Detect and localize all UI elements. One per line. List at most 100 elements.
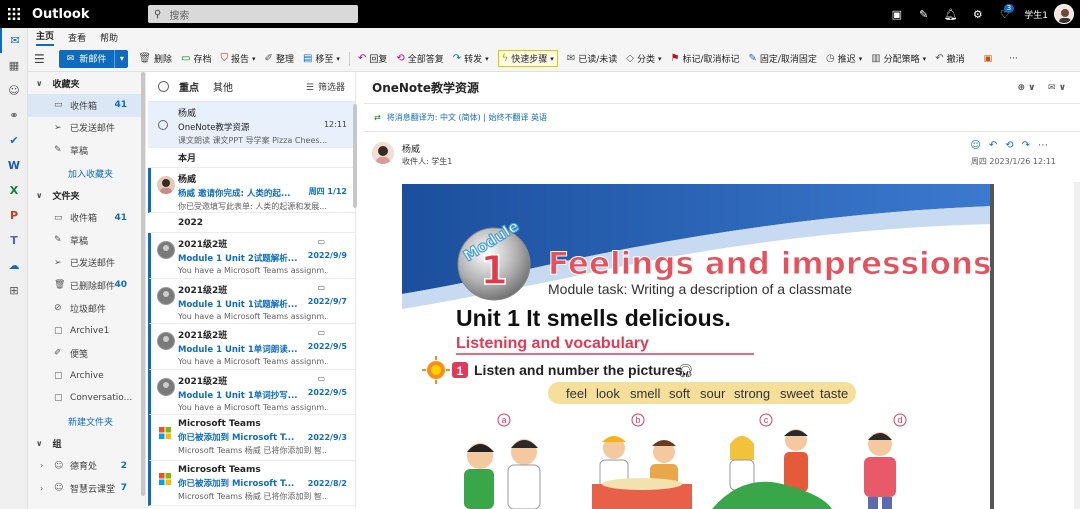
quick-steps-button[interactable]: ϟ 快速步骤 ▾ xyxy=(497,50,558,67)
translate-link[interactable]: 将消息翻译为: 中文 (简体) | 始终不翻译 英语 xyxy=(387,112,547,123)
group-zhihuiyun[interactable]: › ☺ 智慧云课堂 7 xyxy=(28,477,145,500)
tab-home[interactable]: 主页 xyxy=(36,29,55,46)
more-apps-icon[interactable]: ⊞ xyxy=(0,278,28,303)
favorites-header[interactable]: ∨ 收藏夹 xyxy=(28,72,145,94)
folder-inbox[interactable]: ▭ 收件箱 41 xyxy=(28,206,145,229)
message-item[interactable]: ▭ 2021级2班 Module 1 Unit 2试题解析... 2022/9/… xyxy=(148,233,355,279)
teams-icon[interactable]: ▣ xyxy=(883,0,910,28)
snooze-button[interactable]: ◷ 推迟 ▾ xyxy=(826,52,862,65)
message-item[interactable]: 杨威 杨威 邀请你完成: 人类的起... 周四 1/12 你已受邀填写此表单: … xyxy=(148,167,355,213)
undo-button[interactable]: ↶ 撤消 xyxy=(935,52,964,65)
tab-help[interactable]: 帮助 xyxy=(100,31,118,46)
teams-app-icon[interactable]: T xyxy=(0,228,28,253)
message-item[interactable]: ▭ 2021级2班 Module 1 Unit 1单词朗读... 2022/9/… xyxy=(148,324,355,370)
categorize-button[interactable]: ◇ 分类 ▾ xyxy=(626,52,661,65)
powerpoint-icon[interactable]: P xyxy=(0,203,28,228)
gear-icon[interactable]: ⚙ xyxy=(964,0,991,28)
lightning-icon: ϟ xyxy=(501,53,509,64)
mail-icon[interactable]: ✉ xyxy=(0,28,28,53)
select-all-checkbox[interactable] xyxy=(158,81,169,92)
reply-all-icon[interactable]: ⟲ xyxy=(1005,140,1021,151)
message-preview: You have a Microsoft Teams assignm... xyxy=(178,311,328,321)
folder-label: 便笺 xyxy=(70,349,89,360)
layout-icon[interactable]: ▣ xyxy=(984,54,993,64)
note-icon: ✐ xyxy=(54,348,62,359)
archive-button[interactable]: ▭ 存档 xyxy=(181,52,211,65)
folder-drafts[interactable]: ✎ 草稿 xyxy=(28,229,145,252)
reply-all-button[interactable]: ⟲ 全部答复 xyxy=(396,52,443,65)
folder-scrollbar[interactable] xyxy=(141,72,145,496)
translate-bar: ⇄ 将消息翻译为: 中文 (简体) | 始终不翻译 英语 xyxy=(364,104,1080,132)
word-icon[interactable]: W xyxy=(0,153,28,178)
undo-icon: ↶ xyxy=(935,53,944,64)
hamburger-icon[interactable]: ☰ xyxy=(34,52,45,66)
group-deyuchu[interactable]: › ☺ 德育处 2 xyxy=(28,454,145,477)
message-item[interactable]: 杨威 OneNote教学资源 12:11 课文朗读 课文PPT 导学案 Pizz… xyxy=(148,102,355,148)
folder-conversation[interactable]: ▢ Conversatio... xyxy=(28,387,145,410)
folder-sent[interactable]: ➢ 已发送邮件 xyxy=(28,252,145,275)
attachment-icon[interactable]: ⚭ xyxy=(0,103,28,128)
folder-notes[interactable]: ✐ 便笺 xyxy=(28,342,145,365)
user-name[interactable]: 学生1 xyxy=(1024,8,1048,21)
zoom-icon[interactable]: ⊕ ∨ ✉ ∨ xyxy=(1018,83,1067,93)
more-icon[interactable]: ⋯ xyxy=(1038,140,1056,151)
delete-button[interactable]: 🗑︎ 删除 xyxy=(138,52,172,65)
folders-header[interactable]: ∨ 文件夹 xyxy=(28,184,145,206)
groups-header[interactable]: ∨ 组 xyxy=(28,432,145,454)
more-icon[interactable]: ··· xyxy=(1009,54,1018,64)
calendar-icon[interactable]: ▦ xyxy=(0,53,28,78)
forward-button[interactable]: ↷ 转发 ▾ xyxy=(453,52,489,65)
pin-button[interactable]: ✎ 固定/取消固定 xyxy=(749,52,817,65)
sender-name[interactable]: 杨威 xyxy=(402,142,420,155)
flag-button[interactable]: ⚑ 标记/取消标记 xyxy=(670,52,739,65)
reply-icon[interactable]: ↶ xyxy=(989,140,1005,151)
bell-icon[interactable]: 🔔︎ xyxy=(937,0,964,28)
new-mail-main[interactable]: ✉ 新邮件 xyxy=(58,49,115,68)
reading-scrollbar[interactable] xyxy=(1074,182,1080,509)
message-item[interactable]: ▭ 2021级2班 Module 1 Unit 1单词抄写... 2022/9/… xyxy=(148,369,355,415)
filter-button[interactable]: ☰ 筛选器 xyxy=(306,80,345,93)
search-input[interactable]: ⚲ 搜索 xyxy=(148,5,358,23)
folder-icon: ▢ xyxy=(54,393,63,404)
forward-icon: ↷ xyxy=(452,53,462,64)
excel-icon[interactable]: X xyxy=(0,178,28,203)
reply-button[interactable]: ↶ 回复 xyxy=(358,52,387,65)
message-item[interactable]: ▭ 2021级2班 Module 1 Unit 1试题解析... 2022/9/… xyxy=(148,278,355,324)
move-to-button[interactable]: ▤ 移至 ▾ xyxy=(303,52,340,65)
forward-icon[interactable]: ↷ xyxy=(1022,140,1038,151)
read-unread-button[interactable]: ✉ 已读/未读 xyxy=(567,52,617,65)
avatar[interactable] xyxy=(1054,4,1074,24)
sweep-button[interactable]: ✐ 整理 xyxy=(265,52,294,65)
people-icon[interactable]: ☺ xyxy=(0,78,28,103)
assign-policy-button[interactable]: ▥ 分配策略 ▾ xyxy=(871,52,926,65)
message-item[interactable]: Microsoft Teams 你已被添加到 Microsoft T... 20… xyxy=(148,460,355,506)
folder-deleted[interactable]: 🗑︎ 已删除邮件 40 xyxy=(28,274,145,297)
message-list-scrollbar[interactable] xyxy=(353,104,357,208)
app-launcher-icon[interactable] xyxy=(0,0,28,28)
folder-favorites-sent[interactable]: ➢ 已发送邮件 xyxy=(28,117,145,140)
folder-favorites-inbox[interactable]: ▭ 收件箱 41 xyxy=(28,94,145,117)
my-day-icon[interactable]: ✎ xyxy=(910,0,937,28)
tab-focused[interactable]: 重点 xyxy=(179,79,199,94)
tab-other[interactable]: 其他 xyxy=(213,79,233,94)
folder-favorites-drafts[interactable]: ✎ 草稿 xyxy=(28,139,145,162)
search-placeholder: 搜索 xyxy=(169,10,190,22)
folder-archive[interactable]: ▢ Archive xyxy=(28,365,145,388)
onedrive-icon[interactable]: ☁ xyxy=(0,253,28,278)
tab-view[interactable]: 查看 xyxy=(68,31,86,46)
folder-label: 收件箱 xyxy=(70,214,98,225)
add-favorite-link[interactable]: 加入收藏夹 xyxy=(28,162,145,185)
select-checkbox[interactable] xyxy=(158,119,168,130)
report-button[interactable]: ⛉ 报告 ▾ xyxy=(221,52,256,65)
message-item[interactable]: Microsoft Teams 你已被添加到 Microsoft T... 20… xyxy=(148,415,355,461)
chevron-down-icon[interactable]: ▾ xyxy=(114,49,129,68)
tips-icon[interactable]: ♡ 3 xyxy=(991,0,1018,28)
folder-junk[interactable]: ⊘ 垃圾邮件 xyxy=(28,297,145,320)
folder-archive1[interactable]: ▢ Archive1 xyxy=(28,319,145,342)
calendar-icon: ▭ xyxy=(317,237,325,246)
new-folder-link[interactable]: 新建文件夹 xyxy=(28,410,145,433)
app-name[interactable]: Outlook xyxy=(32,7,148,22)
emoji-icon[interactable]: ☺ xyxy=(970,140,988,151)
new-mail-button[interactable]: ✉ 新邮件 ▾ xyxy=(58,49,129,68)
todo-icon[interactable]: ✔ xyxy=(0,128,28,153)
